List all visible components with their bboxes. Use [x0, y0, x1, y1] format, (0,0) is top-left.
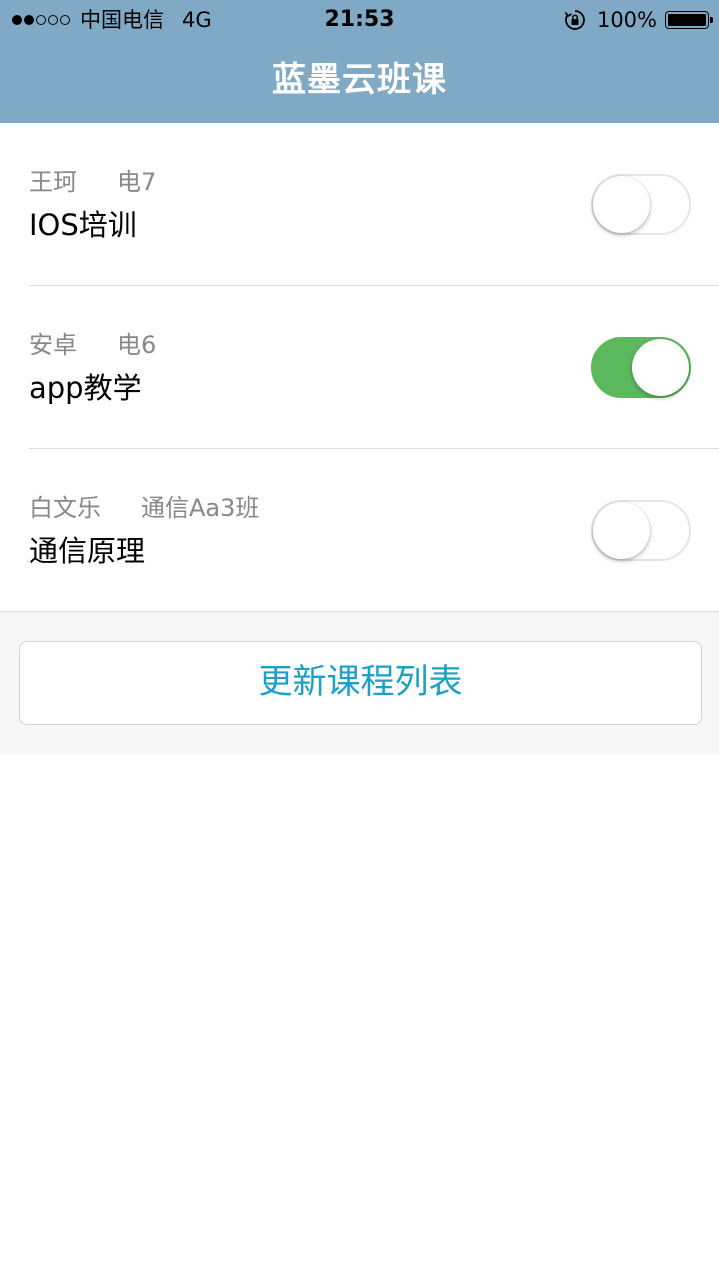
rotation-lock-icon — [564, 10, 585, 30]
toggle-knob — [593, 176, 650, 233]
course-teacher: 王珂 — [29, 168, 77, 196]
course-toggle[interactable] — [591, 337, 691, 398]
course-toggle[interactable] — [591, 174, 691, 235]
battery-icon — [665, 11, 713, 29]
toggle-knob — [593, 502, 650, 559]
course-teacher: 白文乐 — [29, 494, 101, 522]
course-meta: 白文乐 通信Aa3班 — [29, 493, 259, 523]
course-meta: 安卓 电6 — [29, 330, 156, 360]
status-right: 100% — [563, 7, 713, 33]
page-title: 蓝墨云班课 — [272, 60, 447, 100]
course-class: 电7 — [117, 168, 157, 196]
app-header: 中国电信 4G 21:53 100% 蓝墨云班课 — [0, 0, 719, 123]
battery-percentage: 100% — [596, 8, 657, 32]
course-name: app教学 — [29, 371, 142, 405]
course-row: 安卓 电6 app教学 — [0, 286, 719, 449]
action-area: 更新课程列表 — [0, 612, 719, 754]
course-teacher: 安卓 — [29, 331, 77, 359]
toggle-knob — [632, 339, 689, 396]
course-name: 通信原理 — [29, 534, 146, 568]
course-row: 王珂 电7 IOS培训 — [0, 123, 719, 286]
course-class: 电6 — [117, 331, 157, 359]
course-toggle[interactable] — [591, 500, 691, 561]
battery-fill — [668, 14, 706, 26]
course-list: 王珂 电7 IOS培训 安卓 电6 app教学 白文乐 通信Aa3班 通信原理 — [0, 123, 719, 612]
course-name: IOS培训 — [29, 208, 137, 242]
course-row: 白文乐 通信Aa3班 通信原理 — [0, 449, 719, 612]
course-class: 通信Aa3班 — [141, 494, 260, 522]
status-bar: 中国电信 4G 21:53 100% — [0, 0, 719, 40]
course-meta: 王珂 电7 — [29, 167, 156, 197]
refresh-course-list-button[interactable]: 更新课程列表 — [19, 641, 702, 725]
